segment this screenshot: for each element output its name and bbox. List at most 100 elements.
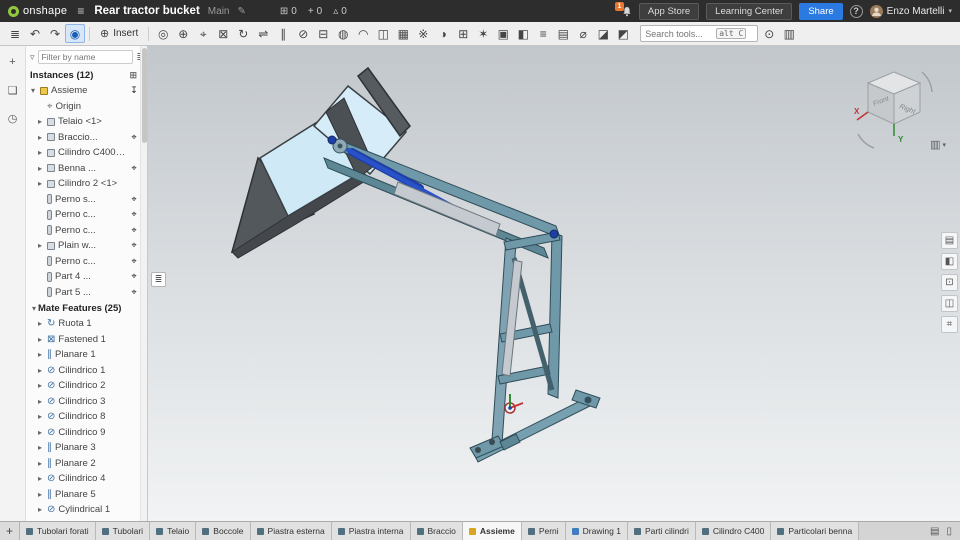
panel-toggle-icon[interactable]: ▥ [779,24,799,43]
tree-item[interactable]: Part 4 ... [26,269,147,285]
mates-panel-icon[interactable]: ⊡ [941,274,958,291]
expander-icon[interactable] [36,117,44,126]
comment-icon[interactable]: ❏ [5,82,21,98]
expander-icon[interactable] [36,474,44,483]
tree-item[interactable]: Origin [26,99,147,115]
tree-item[interactable]: Cilindrico 3 [26,394,147,410]
tree-item[interactable]: Telaio <1> [26,114,147,130]
expander-icon[interactable] [36,443,44,452]
tree-item[interactable]: Perno s... [26,192,147,208]
tangent-mate-icon[interactable]: ◠ [353,24,373,43]
workspace-name[interactable]: Main [208,6,230,17]
tree-item[interactable]: Cilindro C400 <1> [26,145,147,161]
document-tab[interactable]: Boccole [196,522,251,540]
named-positions-icon[interactable]: ≡ [533,24,553,43]
linear-pattern-icon[interactable]: ▦ [393,24,413,43]
add-tab-button[interactable]: + [0,522,20,540]
document-tab[interactable]: Tubolari forati [20,522,96,540]
versions-stat[interactable]: ⊞ 0 [280,6,297,17]
mate-features-header[interactable]: Mate Features (25) [26,300,147,316]
view-cube[interactable]: Front Right X Y [852,64,938,160]
expander-icon[interactable] [36,133,44,142]
app-store-button[interactable]: App Store [638,2,700,20]
notifications-button[interactable]: 1 [614,1,632,17]
expander-icon[interactable] [36,459,44,468]
versions-panel-icon[interactable]: ◫ [941,295,958,312]
3d-viewport[interactable]: Front Right X Y ▥ ▾ ≣ ▤ ◧ ⊡ ◫ ⌗ [148,46,960,521]
tree-item[interactable]: Cylindrical 1 [26,502,147,518]
mirror-icon[interactable]: ◑ [433,24,453,43]
expander-icon[interactable] [36,148,44,157]
frame-part[interactable] [469,229,601,463]
revolute-mate-icon[interactable]: ↻ [233,24,253,43]
tree-item[interactable]: Braccio... [26,130,147,146]
tree-item[interactable]: Planare 2 [26,456,147,472]
expander-icon[interactable] [36,335,44,344]
tree-item[interactable]: Cilindrico 2 [26,378,147,394]
tree-item[interactable]: Planare 1 [26,347,147,363]
group-icon[interactable]: ◫ [373,24,393,43]
tree-item[interactable]: Planare 5 [26,487,147,503]
panel-scrollbar[interactable] [140,46,147,521]
panel-collapse-button[interactable]: ≣ [151,272,166,287]
print-icon[interactable]: ▤ [930,526,939,537]
expander-icon[interactable] [36,412,44,421]
filter-input[interactable] [37,50,134,64]
scrollbar-thumb[interactable] [142,48,147,143]
expander-icon[interactable] [36,164,44,173]
issues-stat[interactable]: ▵ 0 [333,6,347,17]
model-configurations-icon[interactable]: ▤ [941,232,958,249]
document-tab[interactable]: Tubolari [95,522,151,540]
onshape-logo[interactable]: onshape [8,5,67,17]
search-tools-input[interactable] [645,28,714,39]
tree-item[interactable]: Perno c... [26,254,147,270]
main-menu-icon[interactable]: ≡ [75,4,86,18]
user-menu[interactable]: Enzo Martelli ▾ [869,4,952,18]
tree-item[interactable]: Cilindrico 1 [26,363,147,379]
explode-icon[interactable]: ✶ [473,24,493,43]
tractor-bucket-model[interactable] [148,46,960,521]
appearance-panel-icon[interactable]: ◧ [941,253,958,270]
tree-item[interactable]: Cilindrico 4 [26,471,147,487]
learning-center-button[interactable]: Learning Center [706,2,793,20]
expander-icon[interactable] [36,366,44,375]
tree-item[interactable]: Fastened 1 [26,332,147,348]
fastened-mate-icon[interactable]: ⊠ [213,24,233,43]
tree-item[interactable]: Part 5 ... [26,285,147,301]
select-tool-icon[interactable]: ◉ [65,24,85,43]
section-view-icon[interactable]: ◪ [593,24,613,43]
tree-item[interactable]: Plain w... [26,238,147,254]
add-studio-icon[interactable]: + [5,54,21,70]
tree-item[interactable]: Planare 3 [26,440,147,456]
appearance-icon[interactable]: ◩ [613,24,633,43]
expander-icon[interactable] [36,381,44,390]
tree-item[interactable]: Cilindrico 9 [26,425,147,441]
tree-item[interactable]: Benna ... [26,161,147,177]
document-tab[interactable]: Telaio [150,522,197,540]
display-states-icon[interactable]: ◧ [513,24,533,43]
expander-icon[interactable] [36,397,44,406]
tree-item[interactable]: Ruota 1 [26,316,147,332]
mate-icon[interactable]: ⊕ [173,24,193,43]
undo-icon[interactable]: ↶ [25,24,45,43]
document-tab[interactable]: Piastra interna [331,522,411,540]
sketch-icon[interactable]: ◎ [153,24,173,43]
measure-icon[interactable]: ⌀ [573,24,593,43]
instances-header[interactable]: Instances (12) ⊞ [26,67,147,83]
document-tab[interactable]: Drawing 1 [565,522,628,540]
document-tab[interactable]: Cilindro C400 [695,522,772,540]
analysis-icon[interactable]: ⊙ [759,24,779,43]
share-button[interactable]: Share [799,2,843,20]
planar-mate-icon[interactable]: ∥ [273,24,293,43]
expander-icon[interactable] [29,86,37,95]
search-tools[interactable]: alt C [640,25,759,42]
help-button[interactable]: ? [849,4,863,18]
insert-button[interactable]: ⊕ Insert [94,24,144,43]
tree-item[interactable]: Perno c... [26,207,147,223]
expander-icon[interactable] [36,350,44,359]
history-icon[interactable]: ◷ [5,110,21,126]
replicate-icon[interactable]: ⊞ [453,24,473,43]
expander-icon[interactable] [36,428,44,437]
document-tab[interactable]: Perni [521,522,566,540]
expander-icon[interactable] [36,241,44,250]
